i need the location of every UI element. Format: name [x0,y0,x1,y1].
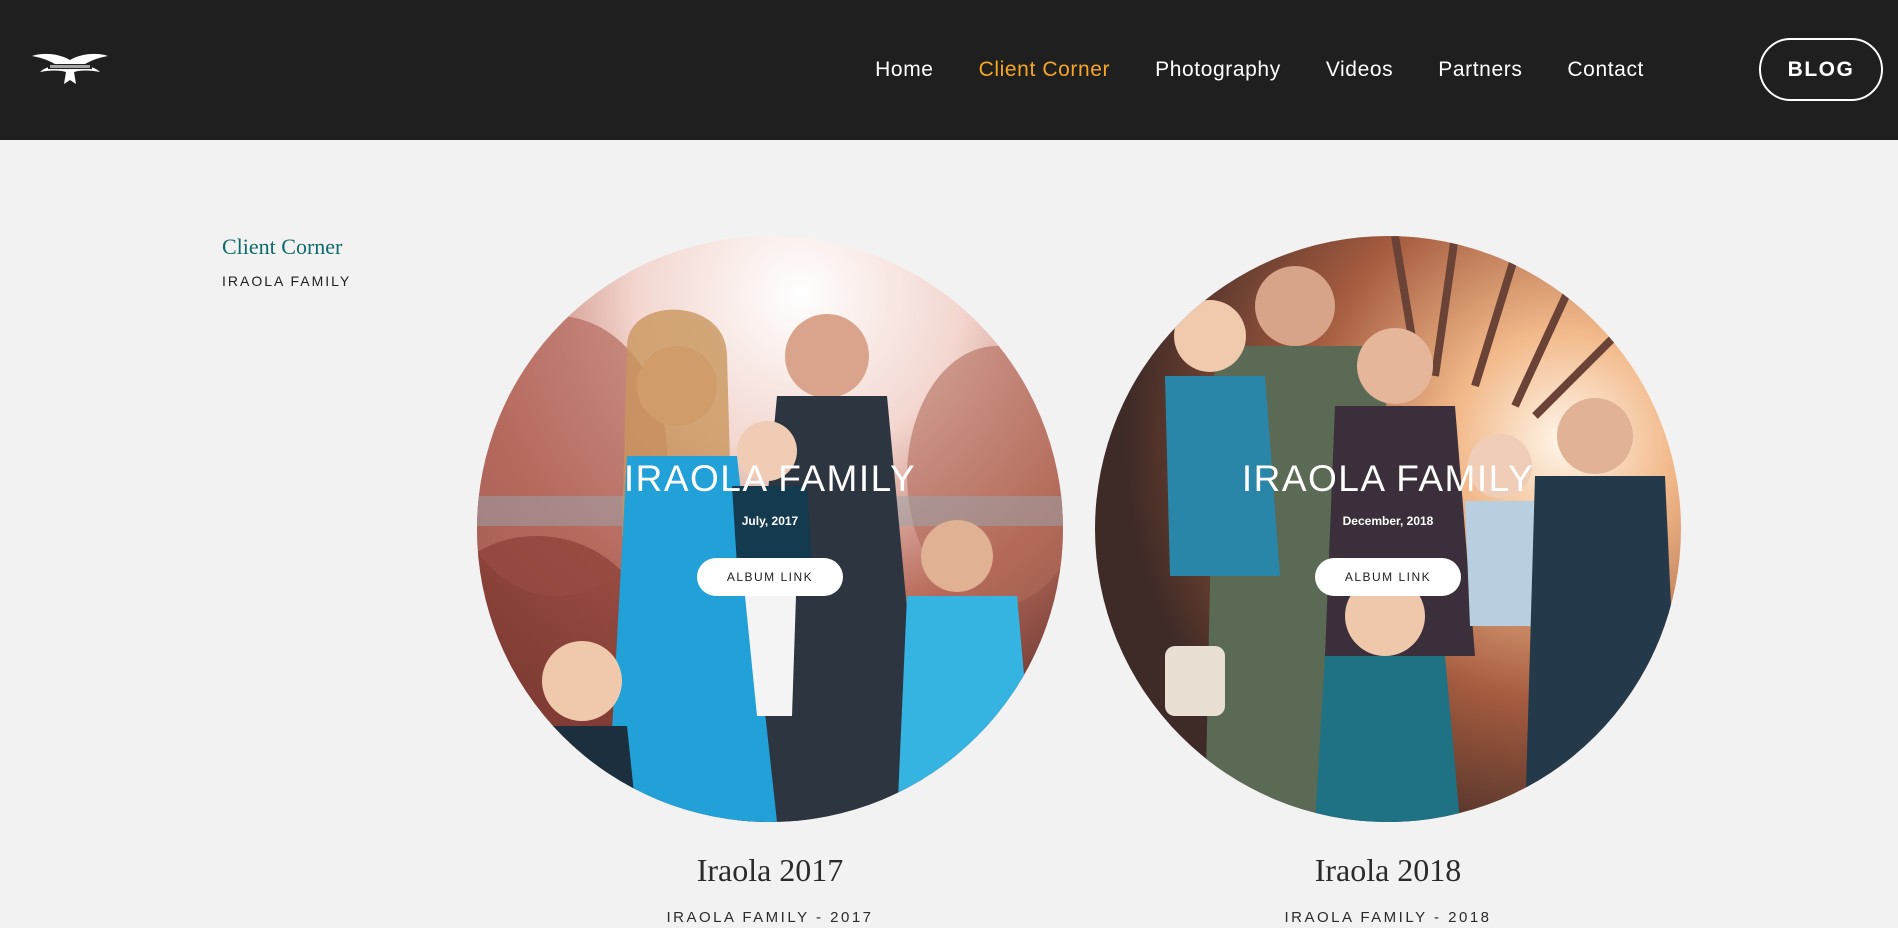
site-header: Home Client Corner Photography Videos Pa… [0,0,1898,140]
blog-button[interactable]: BLOG [1759,38,1883,101]
overlay-date: July, 2017 [741,514,799,528]
main-nav: Home Client Corner Photography Videos Pa… [830,0,1644,140]
album-overlay: IRAOLA FAMILY December, 2018 ALBUM LINK [1095,236,1681,822]
album-photo[interactable]: IRAOLA FAMILY December, 2018 ALBUM LINK [1095,236,1681,822]
nav-videos[interactable]: Videos [1326,58,1393,82]
album-caption: IRAOLA FAMILY - 2018 [1284,909,1492,926]
album-link-button[interactable]: ALBUM LINK [1315,558,1461,596]
album-card-2018: IRAOLA FAMILY December, 2018 ALBUM LINK … [1095,236,1681,926]
album-overlay: IRAOLA FAMILY July, 2017 ALBUM LINK [477,236,1063,822]
album-title[interactable]: Iraola 2018 [1095,852,1681,889]
overlay-title: IRAOLA FAMILY [1241,458,1535,499]
album-photo[interactable]: IRAOLA FAMILY July, 2017 ALBUM LINK [477,236,1063,822]
nav-contact[interactable]: Contact [1567,58,1644,82]
nav-home[interactable]: Home [875,58,933,82]
eagle-logo-icon[interactable] [30,50,110,90]
overlay-date: December, 2018 [1342,514,1434,528]
nav-partners[interactable]: Partners [1438,58,1522,82]
album-card-2017: IRAOLA FAMILY July, 2017 ALBUM LINK Irao… [477,236,1063,926]
nav-client-corner[interactable]: Client Corner [979,58,1111,82]
album-title[interactable]: Iraola 2017 [477,852,1063,889]
album-caption: IRAOLA FAMILY - 2017 [666,909,874,926]
overlay-title: IRAOLA FAMILY [623,458,917,499]
nav-photography[interactable]: Photography [1155,58,1281,82]
album-link-button[interactable]: ALBUM LINK [697,558,843,596]
sidebar-subheading: IRAOLA FAMILY [222,273,352,289]
sidebar-heading: Client Corner [222,234,343,259]
